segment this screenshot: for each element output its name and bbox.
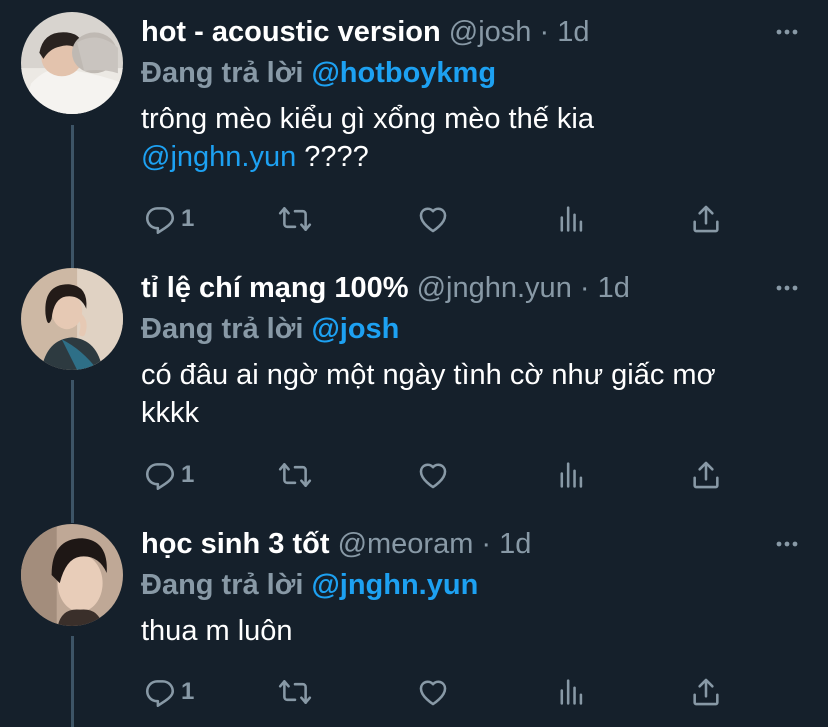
- share-icon: [689, 202, 723, 236]
- replying-to: Đang trả lời @hotboykmg: [141, 53, 496, 93]
- replying-label: Đang trả lời: [141, 313, 304, 345]
- retweet-button[interactable]: [278, 199, 312, 239]
- tweet-header: tỉ lệ chí mạng 100% @jnghn.yun · 1d: [141, 268, 630, 308]
- timestamp[interactable]: 1d: [557, 16, 589, 48]
- reply-button[interactable]: 1: [143, 199, 194, 239]
- reply-count: 1: [181, 205, 195, 232]
- avatar-photo-icon: [21, 268, 123, 370]
- display-name[interactable]: học sinh 3 tốt: [141, 528, 330, 560]
- more-icon[interactable]: [774, 278, 800, 298]
- reply-tweet[interactable]: học sinh 3 tốt @meoram · 1d Đang trả lời…: [0, 512, 828, 727]
- tweet-text: thua m luôn: [141, 615, 293, 647]
- retweet-button[interactable]: [278, 455, 312, 495]
- share-button[interactable]: [689, 199, 723, 239]
- avatar[interactable]: [21, 12, 123, 114]
- reply-count: 1: [181, 678, 195, 705]
- replying-mention-link[interactable]: @jnghn.yun: [311, 569, 478, 601]
- like-button[interactable]: [416, 199, 450, 239]
- reply-button[interactable]: 1: [143, 455, 194, 495]
- like-button[interactable]: [416, 672, 450, 712]
- separator: ·: [539, 16, 550, 48]
- replying-to: Đang trả lời @jnghn.yun: [141, 565, 478, 605]
- retweet-button[interactable]: [278, 672, 312, 712]
- more-icon[interactable]: [774, 22, 800, 42]
- reply-tweet[interactable]: hot - acoustic version @josh · 1d Đang t…: [0, 0, 828, 256]
- tweet-header: hot - acoustic version @josh · 1d: [141, 12, 590, 52]
- retweet-icon: [278, 202, 312, 236]
- reply-icon: [143, 675, 177, 709]
- tweet-text: có đâu ai ngờ một ngày tình cờ như giấc …: [141, 359, 716, 429]
- more-icon[interactable]: [774, 534, 800, 554]
- analytics-icon: [554, 202, 588, 236]
- user-handle[interactable]: @jnghn.yun: [417, 272, 572, 304]
- share-icon: [689, 675, 723, 709]
- replying-label: Đang trả lời: [141, 569, 304, 601]
- analytics-button[interactable]: [554, 199, 588, 239]
- user-handle[interactable]: @meoram: [338, 528, 474, 560]
- replying-label: Đang trả lời: [141, 57, 304, 89]
- heart-icon: [416, 458, 450, 492]
- like-button[interactable]: [416, 455, 450, 495]
- display-name[interactable]: tỉ lệ chí mạng 100%: [141, 272, 409, 304]
- separator: ·: [579, 272, 590, 304]
- share-button[interactable]: [689, 455, 723, 495]
- analytics-button[interactable]: [554, 455, 588, 495]
- reply-button[interactable]: 1: [143, 672, 194, 712]
- avatar-photo-icon: [21, 12, 123, 114]
- action-bar: 1: [141, 199, 741, 239]
- retweet-icon: [278, 675, 312, 709]
- reply-count: 1: [181, 461, 195, 488]
- separator: ·: [481, 528, 492, 560]
- timestamp[interactable]: 1d: [499, 528, 531, 560]
- tweet-text: trông mèo kiểu gì xổng mèo thế kia @jngh…: [141, 100, 781, 176]
- replying-to: Đang trả lời @josh: [141, 309, 399, 349]
- action-bar: 1: [141, 455, 741, 495]
- analytics-icon: [554, 458, 588, 492]
- tweet-header: học sinh 3 tốt @meoram · 1d: [141, 524, 531, 564]
- avatar[interactable]: [21, 524, 123, 626]
- analytics-button[interactable]: [554, 672, 588, 712]
- replying-mention-link[interactable]: @josh: [311, 313, 399, 345]
- heart-icon: [416, 675, 450, 709]
- tweet-text-content: trông mèo kiểu gì xổng mèo thế kia: [141, 103, 594, 135]
- avatar[interactable]: [21, 268, 123, 370]
- avatar-photo-icon: [21, 524, 123, 626]
- replying-mention-link[interactable]: @hotboykmg: [311, 57, 496, 89]
- share-button[interactable]: [689, 672, 723, 712]
- action-bar: 1: [141, 672, 741, 712]
- user-handle[interactable]: @josh: [449, 16, 532, 48]
- reply-icon: [143, 458, 177, 492]
- tweet-text-content: ????: [296, 141, 369, 173]
- reply-icon: [143, 202, 177, 236]
- display-name[interactable]: hot - acoustic version: [141, 16, 441, 48]
- share-icon: [689, 458, 723, 492]
- mention-link[interactable]: @jnghn.yun: [141, 141, 296, 173]
- timestamp[interactable]: 1d: [598, 272, 630, 304]
- retweet-icon: [278, 458, 312, 492]
- analytics-icon: [554, 675, 588, 709]
- heart-icon: [416, 202, 450, 236]
- reply-tweet[interactable]: tỉ lệ chí mạng 100% @jnghn.yun · 1d Đang…: [0, 256, 828, 512]
